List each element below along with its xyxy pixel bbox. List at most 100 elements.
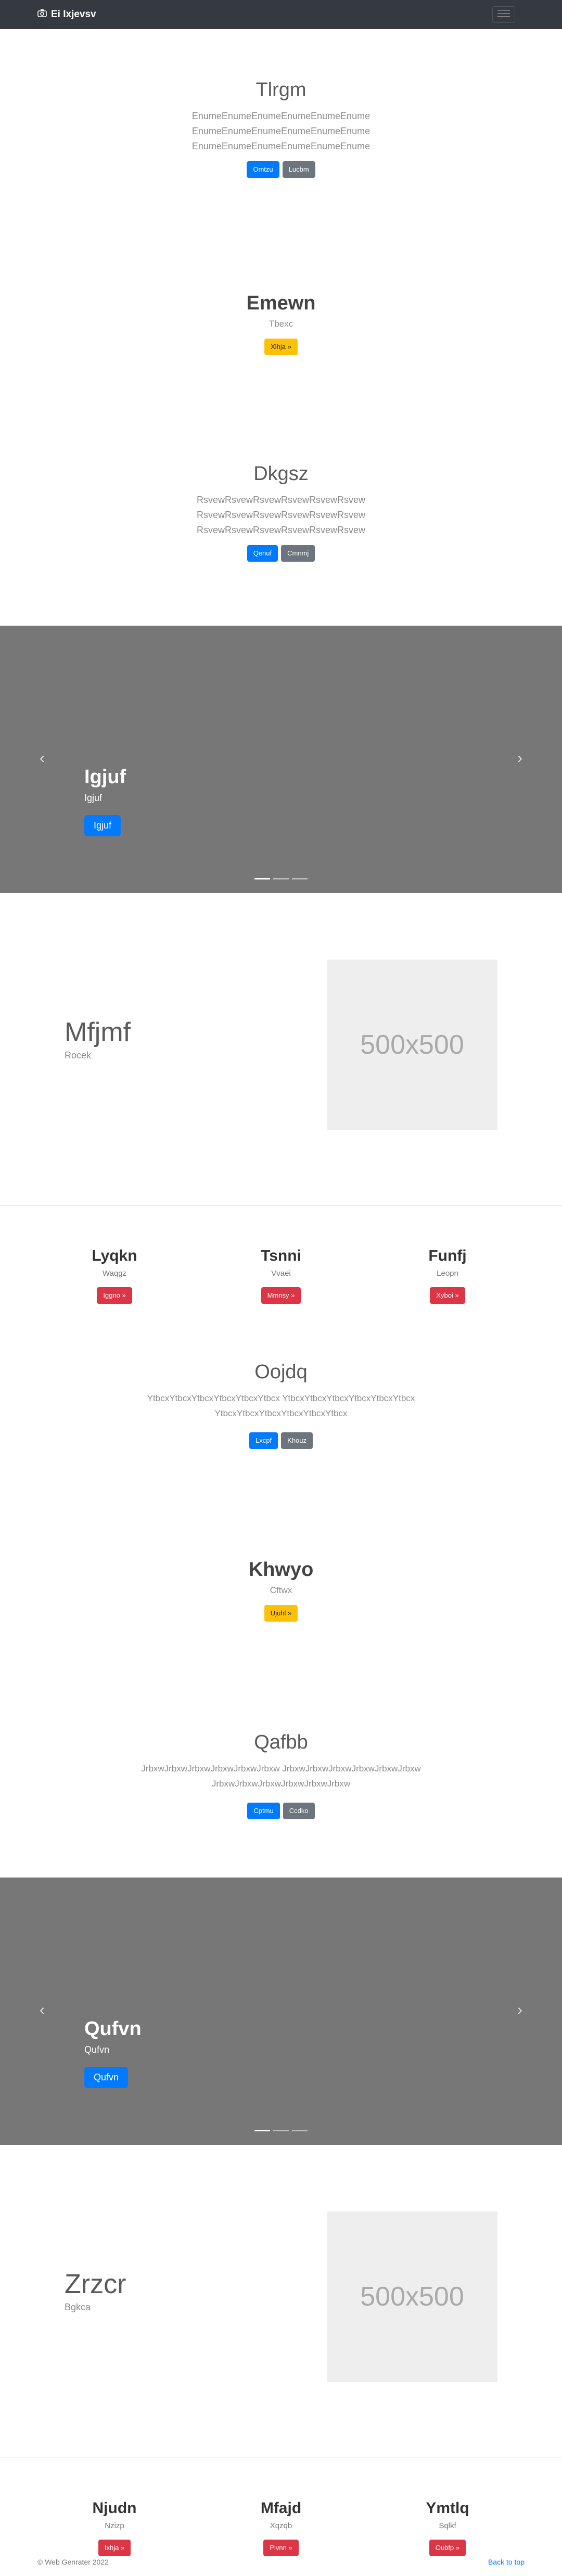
section-button[interactable]: Ujuhl » (264, 1605, 298, 1622)
carousel-title: Igjuf (84, 766, 126, 788)
hero-section-1: Tlrgm EnumeEnumeEnumeEnumeEnumeEnume Enu… (0, 79, 562, 178)
camera-icon (37, 9, 47, 20)
column-button[interactable]: Plvnn » (263, 2540, 299, 2556)
column: Njudn Nzizp Ixhja » (31, 2500, 198, 2556)
hero-title: Dkgsz (253, 463, 309, 485)
back-to-top-link[interactable]: Back to top (488, 2558, 525, 2576)
carousel-button[interactable]: Igjuf (84, 815, 121, 836)
navbar-toggler[interactable] (492, 6, 515, 23)
carousel-caption: Qufvn Qufvn Qufvn (84, 2018, 142, 2088)
footer: © Web Genrater 2022 Back to top (0, 2558, 562, 2576)
section-subtitle: Cftwx (270, 1585, 292, 1595)
carousel-indicator[interactable] (292, 2130, 308, 2131)
hero-lead-line: YtbcxYtbcxYtbcxYtbcxYtbcxYtbcx YtbcxYtbc… (147, 1393, 415, 1403)
hero-primary-button[interactable]: Omtzu (247, 161, 279, 178)
carousel-button[interactable]: Qufvn (84, 2067, 129, 2088)
column-button[interactable]: Oubfp » (429, 2540, 466, 2556)
chevron-left-icon[interactable]: ‹ (34, 2002, 50, 2018)
hero-lead-line: RsvewRsvewRsvewRsvewRsvewRsvew (196, 525, 366, 535)
hero-lead-line: JrbxwJrbxwJrbxwJrbxwJrbxwJrbxw (211, 1779, 351, 1789)
hero-title: Oojdq (254, 1361, 308, 1383)
carousel-subtitle: Igjuf (84, 793, 103, 803)
column-subtitle: Xqzqb (270, 2521, 292, 2530)
footer-copyright: © Web Genrater 2022 (37, 2558, 109, 2566)
carousel-indicators (0, 878, 562, 879)
brand-name: Ei Ixjevsv (51, 9, 96, 20)
carousel-title: Qufvn (84, 2018, 142, 2040)
column-title: Mfajd (260, 2500, 302, 2517)
hero-section-3: Oojdq YtbcxYtbcxYtbcxYtbcxYtbcxYtbcx Ytb… (0, 1361, 562, 1449)
hero-secondary-button[interactable]: Lucbm (282, 161, 315, 178)
chevron-left-icon[interactable]: ‹ (34, 750, 50, 766)
divider (0, 1205, 562, 1206)
column-button[interactable]: Mmnsy » (261, 1287, 301, 1304)
column: Ymtlq Sqlkf Oubfp » (364, 2500, 531, 2556)
carousel-caption: Igjuf Igjuf Igjuf (84, 766, 126, 836)
carousel-1: ‹ › Igjuf Igjuf Igjuf (0, 626, 562, 893)
hero-primary-button[interactable]: Lxcpf (249, 1432, 278, 1449)
brand-link[interactable]: Ei Ixjevsv (37, 9, 96, 20)
column: Mfajd Xqzqb Plvnn » (198, 2500, 364, 2556)
hero-secondary-button[interactable]: Khouz (281, 1432, 313, 1449)
intro-section-1: Emewn Tbexc Xlhja » (0, 292, 562, 355)
featurette-title: Mfjmf (65, 1017, 131, 1047)
hero-primary-button[interactable]: Cptmu (247, 1803, 280, 1819)
carousel-indicator[interactable] (273, 878, 289, 879)
chevron-right-icon[interactable]: › (512, 2002, 528, 2018)
featurette-subtitle: Bgkca (65, 2302, 91, 2312)
section-subtitle: Tbexc (269, 319, 293, 329)
column-subtitle: Vvaei (271, 1269, 291, 1278)
carousel-subtitle: Qufvn (84, 2044, 110, 2055)
hero-lead-line: YtbcxYtbcxYtbcxYtbcxYtbcxYtbcx (214, 1408, 348, 1418)
column-subtitle: Nzizp (105, 2521, 124, 2530)
hero-section-4: Qafbb JrbxwJrbxwJrbxwJrbxwJrbxwJrbxw Jrb… (0, 1731, 562, 1819)
column-subtitle: Leopn (437, 1269, 458, 1278)
section-title: Emewn (246, 292, 316, 314)
hero-lead-line: EnumeEnumeEnumeEnumeEnumeEnume (191, 126, 371, 136)
featurette-subtitle: Rocek (65, 1050, 92, 1060)
carousel-indicator[interactable] (292, 878, 308, 879)
column-title: Lyqkn (92, 1247, 137, 1264)
column-button[interactable]: Ixhja » (98, 2540, 131, 2556)
columns-row-2: Njudn Nzizp Ixhja » Mfajd Xqzqb Plvnn » … (0, 2500, 562, 2556)
carousel-2: ‹ › Qufvn Qufvn Qufvn (0, 1878, 562, 2145)
carousel-indicator[interactable] (254, 2130, 270, 2131)
hero-lead-line: EnumeEnumeEnumeEnumeEnumeEnume (191, 111, 371, 121)
column-title: Ymtlq (426, 2500, 469, 2517)
carousel-indicators (0, 2130, 562, 2131)
menu-icon (497, 9, 510, 20)
featurette-title: Zrzcr (65, 2269, 126, 2299)
column-title: Tsnni (261, 1247, 301, 1264)
hero-lead-line: RsvewRsvewRsvewRsvewRsvewRsvew (196, 495, 366, 505)
section-title: Khwyo (248, 1559, 314, 1581)
column: Lyqkn Waqgz Iggno » (31, 1247, 198, 1304)
intro-section-2: Khwyo Cftwx Ujuhl » (0, 1559, 562, 1622)
hero-lead-line: JrbxwJrbxwJrbxwJrbxwJrbxwJrbxw JrbxwJrbx… (141, 1764, 421, 1774)
hero-section-2: Dkgsz RsvewRsvewRsvewRsvewRsvewRsvew Rsv… (0, 463, 562, 562)
featurette-1: Mfjmf Rocek 500x500 (0, 893, 562, 1205)
section-button[interactable]: Xlhja » (264, 339, 298, 355)
hero-lead-line: RsvewRsvewRsvewRsvewRsvewRsvew (196, 510, 366, 520)
carousel-indicator[interactable] (273, 2130, 289, 2131)
column-subtitle: Sqlkf (439, 2521, 456, 2530)
hero-primary-button[interactable]: Qenuf (247, 545, 278, 562)
column-title: Funfj (428, 1247, 467, 1264)
column-button[interactable]: Xyboi » (430, 1287, 465, 1304)
featurette-2: Zrzcr Bgkca 500x500 (0, 2145, 562, 2457)
column: Tsnni Vvaei Mmnsy » (198, 1247, 364, 1304)
column: Funfj Leopn Xyboi » (364, 1247, 531, 1304)
hero-title: Qafbb (254, 1731, 308, 1753)
navbar: Ei Ixjevsv (0, 0, 562, 29)
column-button[interactable]: Iggno » (97, 1287, 132, 1304)
hero-lead-line: EnumeEnumeEnumeEnumeEnumeEnume (191, 141, 371, 151)
placeholder-image: 500x500 (327, 960, 497, 1130)
placeholder-image: 500x500 (327, 2211, 497, 2382)
column-subtitle: Waqgz (102, 1269, 127, 1278)
column-title: Njudn (92, 2500, 137, 2517)
carousel-indicator[interactable] (254, 878, 270, 879)
chevron-right-icon[interactable]: › (512, 750, 528, 766)
hero-secondary-button[interactable]: Ccdko (283, 1803, 315, 1819)
hero-title: Tlrgm (256, 79, 306, 101)
hero-secondary-button[interactable]: Cmnmj (281, 545, 315, 562)
columns-row-1: Lyqkn Waqgz Iggno » Tsnni Vvaei Mmnsy » … (0, 1247, 562, 1304)
